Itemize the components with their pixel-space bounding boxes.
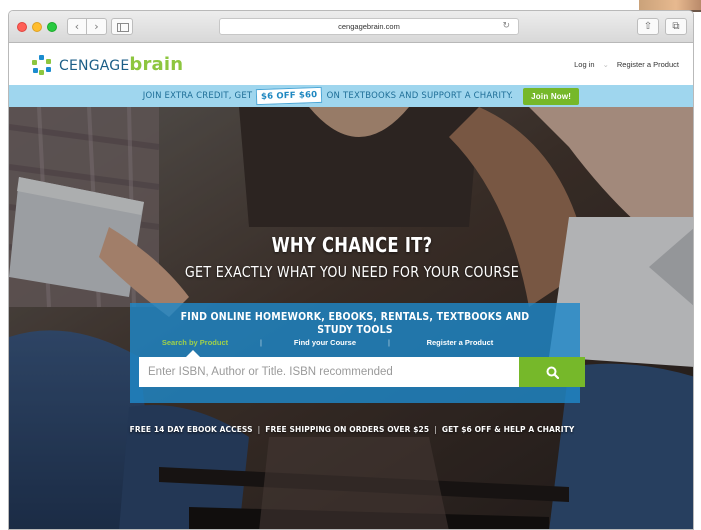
- address-bar[interactable]: cengagebrain.com ↻: [219, 18, 519, 35]
- cengagebrain-logo[interactable]: CENGAGEbrain: [31, 54, 183, 75]
- search-icon: [546, 366, 559, 379]
- tabs-overview-button[interactable]: ⧉: [665, 18, 687, 35]
- search-input[interactable]: Enter ISBN, Author or Title. ISBN recomm…: [139, 357, 519, 387]
- promo-banner: JOIN EXTRA CREDIT, GET $6 OFF $60 ON TEX…: [9, 85, 693, 107]
- back-button[interactable]: ‹: [67, 18, 87, 35]
- benefits-strip: FREE 14 DAY EBOOK ACCESS | FREE SHIPPING O…: [9, 425, 693, 434]
- tabs-icon: ⧉: [672, 21, 680, 32]
- url-text: cengagebrain.com: [338, 22, 400, 31]
- logo-icon: [31, 54, 53, 75]
- tab-search-by-product[interactable]: Search by Product: [130, 338, 260, 347]
- navigation-buttons: ‹ ›: [67, 18, 107, 35]
- forward-button[interactable]: ›: [87, 18, 107, 35]
- reload-icon[interactable]: ↻: [502, 21, 510, 31]
- hero-headline: WHY CHANCE IT?: [271, 233, 433, 257]
- hero-subheadline: GET EXACTLY WHAT YOU NEED FOR YOUR COURS…: [184, 263, 520, 281]
- browser-window: ‹ › cengagebrain.com ↻ ⇧ ⧉ CENGAGEbrain: [8, 10, 694, 530]
- forward-icon: ›: [94, 20, 99, 33]
- register-product-link[interactable]: Register a Product: [617, 60, 679, 69]
- sidebar-toggle-button[interactable]: [111, 18, 133, 35]
- back-icon: ‹: [74, 20, 80, 33]
- tab-register-a-product[interactable]: Register a Product: [390, 338, 530, 347]
- account-links: Log in ⌄ Register a Product: [574, 60, 679, 69]
- zoom-window-button[interactable]: [47, 22, 57, 32]
- benefit-separator: |: [434, 425, 437, 434]
- chevron-down-icon: ⌄: [602, 60, 609, 69]
- benefit-charity: GET $6 OFF & HELP A CHARITY: [441, 425, 575, 434]
- share-button[interactable]: ⇧: [637, 18, 659, 35]
- hero-section: WHY CHANCE IT? GET EXACTLY WHAT YOU NEED…: [9, 107, 693, 529]
- toolbar-right: ⇧ ⧉: [637, 18, 687, 35]
- window-controls: [17, 22, 57, 32]
- promo-text-before: JOIN EXTRA CREDIT, GET: [142, 91, 253, 101]
- share-icon: ⇧: [643, 21, 653, 32]
- join-now-button[interactable]: Join Now!: [523, 87, 580, 105]
- site-header: CENGAGEbrain Log in ⌄ Register a Product: [9, 43, 693, 85]
- promo-text: JOIN EXTRA CREDIT, GET $6 OFF $60 ON TEX…: [142, 86, 514, 106]
- search-button[interactable]: [519, 357, 585, 387]
- search-panel: FIND ONLINE HOMEWORK, EBOOKS, RENTALS, T…: [130, 303, 585, 403]
- benefit-separator: |: [257, 425, 261, 434]
- login-link[interactable]: Log in: [574, 60, 594, 69]
- promo-text-after: ON TEXTBOOKS AND SUPPORT A CHARITY.: [326, 91, 514, 101]
- logo-wordmark: CENGAGEbrain: [59, 54, 184, 75]
- benefit-ebook-access: FREE 14 DAY EBOOK ACCESS: [129, 425, 253, 434]
- promo-discount-badge: $6 OFF $60: [256, 86, 323, 106]
- benefit-free-shipping: FREE SHIPPING ON ORDERS OVER $25: [265, 425, 430, 434]
- close-window-button[interactable]: [17, 22, 27, 32]
- active-tab-indicator: [186, 350, 200, 357]
- browser-toolbar: ‹ › cengagebrain.com ↻ ⇧ ⧉: [9, 11, 693, 43]
- minimize-window-button[interactable]: [32, 22, 42, 32]
- tab-find-your-course[interactable]: Find your Course: [262, 338, 388, 347]
- search-tabs: Search by Product | Find your Course | R…: [130, 333, 580, 351]
- search-placeholder: Enter ISBN, Author or Title. ISBN recomm…: [148, 366, 393, 378]
